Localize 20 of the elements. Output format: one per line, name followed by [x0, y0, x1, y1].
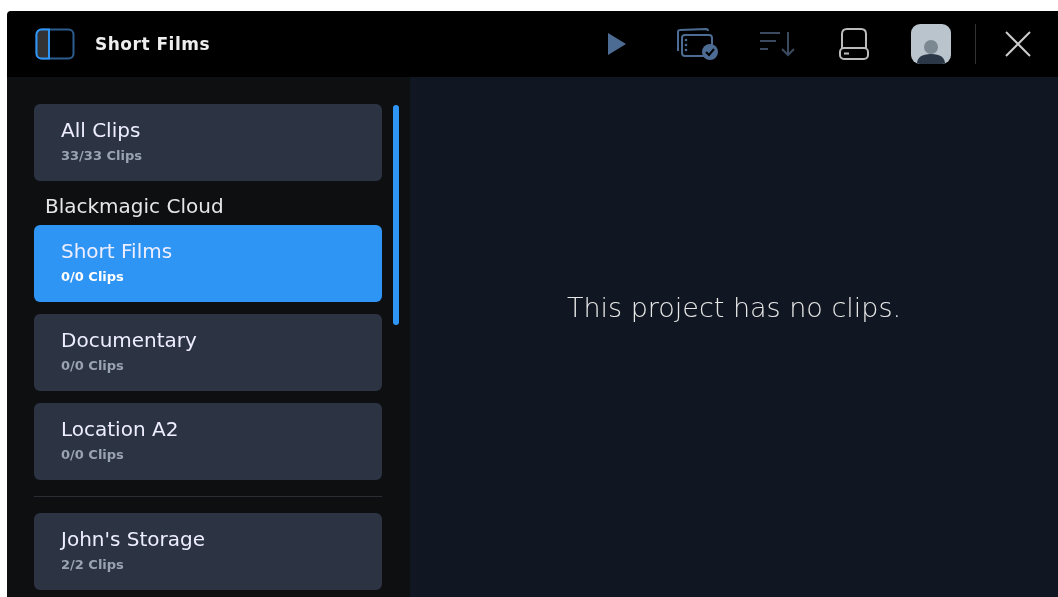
clip-count: 0/0 Clips: [61, 269, 125, 284]
clip-count: 0/0 Clips: [61, 447, 125, 462]
project-name: Documentary: [61, 327, 198, 353]
project-item[interactable]: All Clips 33/33 Clips: [34, 104, 382, 181]
project-title: Short Films: [95, 34, 211, 54]
project-item[interactable]: Documentary 0/0 Clips: [34, 314, 382, 391]
project-item[interactable]: John's Storage 2/2 Clips: [34, 513, 382, 590]
project-item[interactable]: Location A2 0/0 Clips: [34, 403, 382, 480]
clip-count: 33/33 Clips: [61, 148, 143, 163]
clip-count: 2/2 Clips: [61, 557, 125, 572]
clip-count: 0/0 Clips: [61, 358, 125, 373]
sidebar-toggle-icon[interactable]: [35, 27, 75, 61]
empty-message: This project has no clips.: [566, 292, 902, 325]
avatar[interactable]: [911, 24, 951, 64]
project-name: John's Storage: [61, 526, 206, 552]
section-heading: Blackmagic Cloud: [45, 193, 225, 219]
scrollbar[interactable]: [393, 105, 399, 325]
project-name: Short Films: [61, 238, 174, 264]
project-name: Location A2: [61, 416, 180, 442]
project-name: All Clips: [61, 117, 142, 143]
